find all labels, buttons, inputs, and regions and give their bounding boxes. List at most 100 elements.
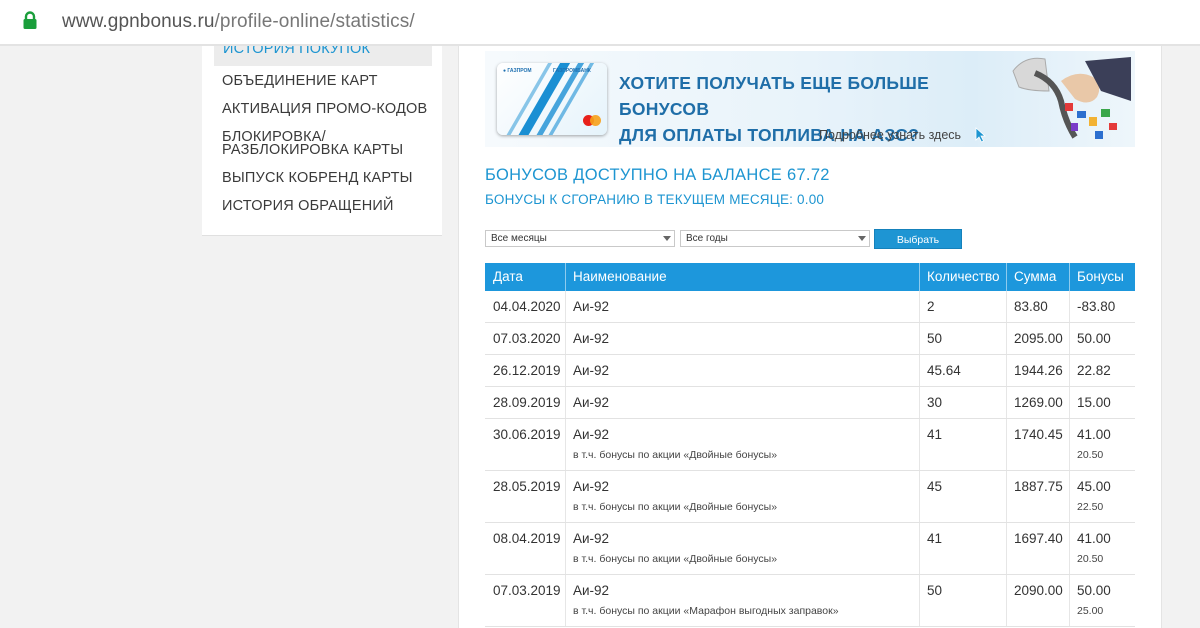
cell-bonus: 41.00 [1077,427,1111,442]
year-select[interactable]: Все годы [680,230,870,247]
cell-bonus: -83.80 [1077,299,1116,314]
sidebar-item-label: История покупок [223,46,371,57]
select-button[interactable]: Выбрать [874,229,962,249]
cell-date: 30.06.2019 [493,427,561,442]
table-row: 07.03.2019 Аи-92 50 2090.00 50.00 в т.ч. бону… [485,575,1135,627]
purchase-history-table: Дата Наименование Количество Сумма Бонус… [485,263,1135,627]
column-divider [1006,419,1007,470]
promo-bonus: 20.50 [1077,449,1104,461]
sidebar-item-cobrand-card[interactable]: Выпуск кобренд карты [222,170,413,186]
column-divider [1069,419,1070,470]
column-divider [1006,523,1007,574]
column-divider [1006,291,1007,322]
cell-date: 08.04.2019 [493,531,561,546]
month-select[interactable]: Все месяцы [485,230,675,247]
column-divider [919,575,920,626]
sidebar-item-block-card-line2[interactable]: разблокировка карты [222,142,403,158]
col-quantity[interactable]: Количество [919,263,1006,291]
promo-bonus: 22.50 [1077,501,1104,513]
bonus-expiring: Бонусы к сгоранию в текущем месяце: 0.00 [485,192,825,207]
promo-note: в т.ч. бонусы по акции «Двойные бонусы» [573,501,778,513]
cell-bonus: 22.82 [1077,363,1111,378]
table-row: 07.03.2020 Аи-92 50 2095.00 50.00 [485,323,1135,355]
sidebar-item-merge-cards[interactable]: Объединение карт [222,73,378,89]
cell-date: 28.05.2019 [493,479,561,494]
column-divider [565,387,566,418]
cursor-icon [975,127,987,143]
column-divider [1069,291,1070,322]
column-divider [919,523,920,574]
table-row: 08.04.2019 Аи-92 41 1697.40 41.00 в т.ч. бону… [485,523,1135,575]
table-body: 04.04.2020 Аи-92 2 83.80 -83.80 07.03.2020 Аи-… [485,291,1135,627]
chevron-down-icon [663,236,671,241]
cell-bonus: 45.00 [1077,479,1111,494]
cell-quantity: 50 [927,583,943,598]
cell-name: Аи-92 [573,331,610,346]
column-divider [919,323,920,354]
col-date[interactable]: Дата [485,263,565,291]
cell-sum: 1740.45 [1014,427,1063,442]
url-host: www.gpnbonus.ru [62,11,215,32]
cell-name: Аи-92 [573,299,610,314]
cell-quantity: 30 [927,395,943,410]
column-divider [1069,323,1070,354]
sidebar-item-promo-codes[interactable]: Активация промо-кодов [222,101,427,117]
url-path: /profile-online/statistics/ [214,11,415,32]
cell-quantity: 41 [927,427,943,442]
col-bonus[interactable]: Бонусы [1069,263,1135,291]
column-divider [565,419,566,470]
cell-name: Аи-92 [573,363,610,378]
sidebar-item-requests-history[interactable]: История обращений [222,198,394,214]
promo-note: в т.ч. бонусы по акции «Марафон выгодных… [573,605,839,617]
table-row: 28.09.2019 Аи-92 30 1269.00 15.00 [485,387,1135,419]
column-divider [919,419,920,470]
column-divider [919,471,920,522]
column-divider [1069,471,1070,522]
column-divider [919,355,920,386]
cell-date: 26.12.2019 [493,363,561,378]
column-divider [1006,355,1007,386]
cell-date: 04.04.2020 [493,299,561,314]
lock-icon [23,11,37,29]
cell-name: Аи-92 [573,427,610,442]
cell-quantity: 41 [927,531,943,546]
cell-sum: 83.80 [1014,299,1048,314]
table-row: 30.06.2019 Аи-92 41 1740.45 41.00 в т.ч. бону… [485,419,1135,471]
cell-sum: 1697.40 [1014,531,1063,546]
col-sum[interactable]: Сумма [1006,263,1069,291]
bonus-balance: Бонусов доступно на балансе 67.72 [485,166,830,184]
address-bar[interactable]: www.gpnbonus.ru/profile-online/statistic… [0,0,1200,46]
cell-date: 28.09.2019 [493,395,561,410]
column-divider [565,291,566,322]
col-name[interactable]: Наименование [565,263,919,291]
promo-bonus: 20.50 [1077,553,1104,565]
cell-quantity: 45 [927,479,943,494]
column-divider [565,471,566,522]
cell-bonus: 15.00 [1077,395,1111,410]
cell-bonus: 50.00 [1077,331,1111,346]
column-divider [1069,387,1070,418]
column-divider [565,355,566,386]
cell-sum: 2090.00 [1014,583,1063,598]
column-divider [565,575,566,626]
table-row: 26.12.2019 Аи-92 45.64 1944.26 22.82 [485,355,1135,387]
url-text[interactable]: www.gpnbonus.ru/profile-online/statistic… [62,11,415,33]
cell-sum: 1269.00 [1014,395,1063,410]
cell-quantity: 50 [927,331,943,346]
promo-note: в т.ч. бонусы по акции «Двойные бонусы» [573,449,778,461]
column-divider [919,387,920,418]
banner-more-link[interactable]: Подробнее узнать здесь [819,128,961,142]
column-divider [1006,471,1007,522]
promo-banner[interactable]: ● ГАЗПРОМ ГАЗПРОМБАНК Хотите получать ещ… [485,51,1135,147]
table-row: 28.05.2019 Аи-92 45 1887.75 45.00 в т.ч. бону… [485,471,1135,523]
cell-name: Аи-92 [573,395,610,410]
cell-date: 07.03.2020 [493,331,561,346]
cell-name: Аи-92 [573,531,610,546]
chevron-down-icon [858,236,866,241]
sidebar-item-purchase-history[interactable]: История покупок [214,46,432,66]
column-divider [919,291,920,322]
profile-sidebar: История покупок Объединение карт Активац… [202,46,442,236]
column-divider [1006,323,1007,354]
column-divider [1069,355,1070,386]
cell-sum: 2095.00 [1014,331,1063,346]
